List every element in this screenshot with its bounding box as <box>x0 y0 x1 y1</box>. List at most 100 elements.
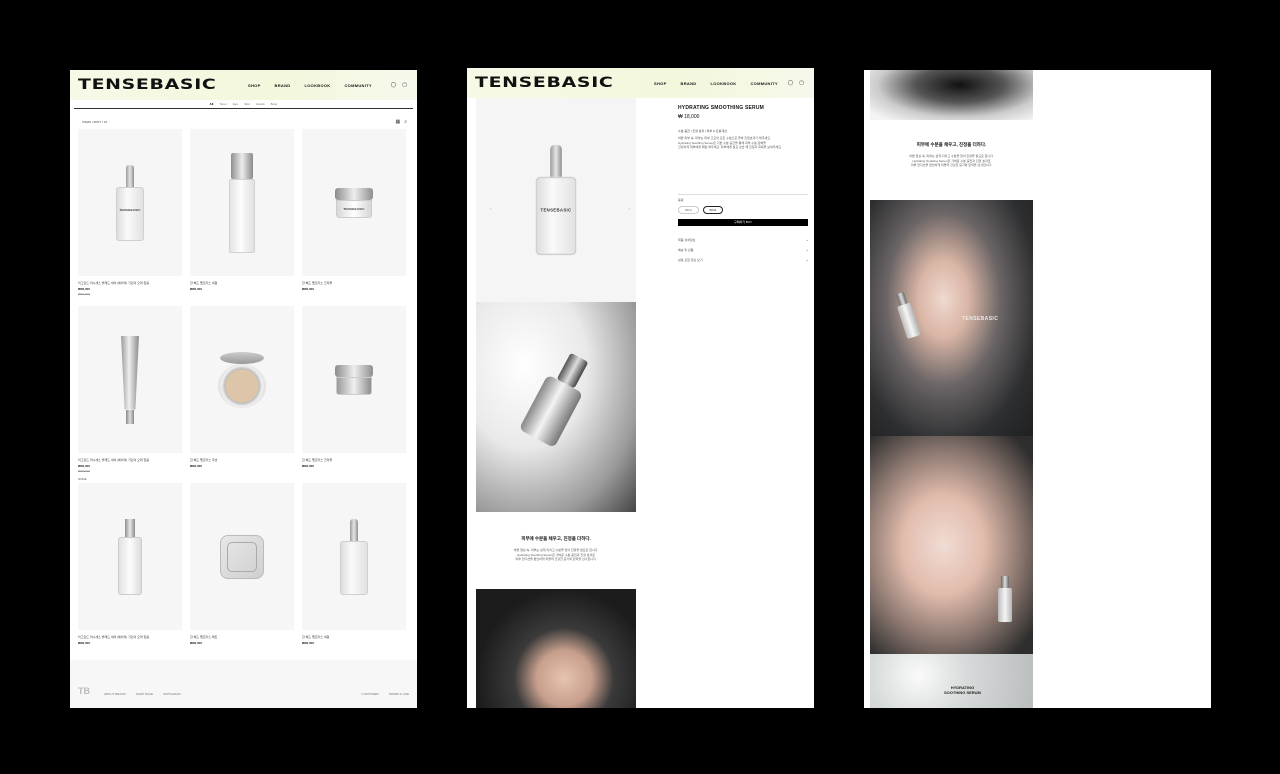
blurred-product-image <box>870 70 1033 120</box>
accordion-label: 제품 상세정보 <box>678 237 696 242</box>
bag-icon[interactable]: ▢ <box>402 82 407 88</box>
product-title[interactable]: 한 헤드 펠프라스 세럼 <box>190 281 294 285</box>
chevron-right-icon[interactable]: › <box>629 206 630 211</box>
product-image[interactable] <box>302 306 406 453</box>
product-title[interactable]: 리그란드 러시세스 볼래드 세이 [에어리] 가딘의 오테 립용 <box>78 458 182 462</box>
product-title[interactable]: 한 헤드 펠프라스 팩트 <box>190 635 294 639</box>
accordion: 제품 상세정보 + 배송 및 반품 + 성분 포함 정보 보기 + <box>678 238 808 262</box>
product-card[interactable]: TENSEBASIC 리그란드 러시세스 볼래드 세이 [에어리] 가딘의 오테… <box>78 129 182 306</box>
nav-lookbook[interactable]: LOOKBOOK <box>711 81 737 86</box>
footer-link[interactable]: TERMS & USE <box>389 692 409 696</box>
option-50ml[interactable]: 50ml <box>702 205 724 214</box>
category-toner[interactable]: Toner <box>219 102 227 106</box>
category-all[interactable]: All <box>210 102 214 106</box>
product-image[interactable]: TENSEBASIC <box>78 129 182 276</box>
silver-jar-image <box>335 364 373 395</box>
product-card[interactable]: 리그란드 러시세스 볼래드 세이 [에어리] 가딘의 오테 립용 ₩00,000 <box>78 483 182 660</box>
gallery-editorial-image <box>476 302 636 512</box>
description-line: 건강하게 피부에게 매일 해주세요. 피부에게 필요 보습 쾌 진정과 회복을 … <box>678 145 782 149</box>
product-info: HYDRATING SMOOTHING SERUM ₩ 18,000 수분 충전… <box>636 98 808 512</box>
nav-brand[interactable]: BRAND <box>681 81 697 86</box>
held-bottle-image <box>998 576 1012 622</box>
footer-link[interactable]: ABOUT BRAND <box>104 692 126 696</box>
product-card[interactable]: 한 헤드 펠프라스 크리믈 ₩00,000 <box>302 306 406 483</box>
buy-button[interactable]: 구매하기 BUY <box>678 218 808 226</box>
tube-image <box>121 335 139 424</box>
product-price: ₩00,000 <box>302 641 315 645</box>
nav-shop[interactable]: SHOP <box>654 81 667 86</box>
product-summary: 수분 충전 | 진정 효과 | 피부 & 트롤개선 <box>678 129 727 133</box>
footer-link[interactable]: INSTAGRAM <box>163 692 181 696</box>
accordion-item[interactable]: 성분 포함 정보 보기 + <box>678 258 808 262</box>
brand-logo[interactable]: TENSEBASIC <box>475 75 613 91</box>
serum-heading-line: SOOTHING SERUM <box>944 689 981 695</box>
product-price: ₩00,000 <box>78 641 91 645</box>
footer-link[interactable]: SHOP PAGE <box>136 692 153 696</box>
product-image[interactable]: TENSEBASIC <box>302 129 406 276</box>
product-title[interactable]: 한 헤드 펠프라스 크리믈 <box>302 458 406 462</box>
section-tag: NODE <box>78 477 87 481</box>
photo-brandmark: TENSEBASIC <box>962 316 999 322</box>
dropper-bottle-image <box>340 518 368 595</box>
serum-bottle-image <box>229 152 255 253</box>
product-original-price: ₩00,000 <box>78 469 91 473</box>
footer-link[interactable]: CUSTOMER <box>362 692 379 696</box>
product-title[interactable]: 리그란드 러시세스 볼래드 세이 [에어리] 가딘의 오테 립용 <box>78 281 182 285</box>
nav-community[interactable]: COMMUNITY <box>750 81 777 86</box>
category-hands[interactable]: Hands <box>256 102 265 106</box>
product-copy: 피부에 수분을 채우고, 진정을 더하다. 바쁜 일상 속, 피부는 쉽게 지치… <box>476 536 636 562</box>
detail-copy: 피부에 수분을 채우고, 진정을 더하다. 바쁜 일상 속, 피부는 쉽게 지치… <box>870 142 1033 168</box>
accordion-item[interactable]: 제품 상세정보 + <box>678 238 808 242</box>
category-eye[interactable]: Eye <box>233 102 238 106</box>
product-price: ₩00,000 <box>190 641 203 645</box>
category-body[interactable]: Body <box>271 102 278 106</box>
nav-lookbook[interactable]: LOOKBOOK <box>305 83 331 88</box>
nav-shop[interactable]: SHOP <box>248 83 261 88</box>
product-image[interactable] <box>78 306 182 453</box>
product-image[interactable] <box>78 483 182 630</box>
category-skin[interactable]: Skin <box>244 102 250 106</box>
product-original-price: ₩00,000 <box>78 292 91 296</box>
user-icon[interactable]: ◯ <box>391 82 397 88</box>
cream-jar-image: TENSEBASIC <box>335 187 373 218</box>
filter-icon[interactable]: ⌕ <box>404 119 407 125</box>
product-name: HYDRATING SMOOTHING SERUM <box>678 105 765 111</box>
product-price: ₩00,000 <box>78 287 91 291</box>
nav-brand[interactable]: BRAND <box>275 83 291 88</box>
product-detail-panel: TENSEBASIC SHOP BRAND LOOKBOOK COMMUNITY… <box>467 68 814 708</box>
product-card[interactable]: TENSEBASIC 한 헤드 펠프라스 크리믈 ₩00,000 <box>302 129 406 306</box>
product-title[interactable]: 한 헤드 펠프라스 크리믈 <box>302 281 406 285</box>
product-card[interactable]: 한 헤드 펠프라스 세럼 ₩00,000 <box>302 483 406 660</box>
product-title[interactable]: 리그란드 러시세스 볼래드 세이 [에어리] 가딘의 오테 립용 <box>78 635 182 639</box>
shop-page-panel: TENSEBASIC SHOP BRAND LOOKBOOK COMMUNITY… <box>70 70 417 708</box>
header-icons: ◯ ▢ <box>788 80 804 86</box>
chevron-left-icon[interactable]: ‹ <box>490 206 491 211</box>
product-card[interactable]: 한 헤드 펠프라스 쿠션 ₩00,000 <box>190 306 294 483</box>
copy-line: 피부 컨디션을 편안하게 되돌려 건강한 윤기와 탄력을 선사합니다. <box>515 557 597 561</box>
product-image[interactable] <box>190 129 294 276</box>
user-icon[interactable]: ◯ <box>788 80 794 86</box>
nav-community[interactable]: COMMUNITY <box>344 83 371 88</box>
product-image[interactable] <box>190 483 294 630</box>
grid-view-icon[interactable]: ▦ <box>395 119 400 125</box>
plus-icon: + <box>806 237 808 242</box>
option-30ml[interactable]: 30ml <box>678 205 699 214</box>
tilted-bottle-image <box>518 348 598 449</box>
product-card[interactable]: 한 헤드 펠프라스 세럼 ₩00,000 <box>190 129 294 306</box>
main-nav: SHOP BRAND LOOKBOOK COMMUNITY <box>248 83 372 88</box>
product-image[interactable] <box>302 483 406 630</box>
product-card[interactable]: 한 헤드 펠프라스 팩트 ₩00,000 <box>190 483 294 660</box>
bag-icon[interactable]: ▢ <box>799 80 804 86</box>
product-card[interactable]: 리그란드 러시세스 볼래드 세이 [에어리] 가딘의 오테 립용 ₩00,000… <box>78 306 182 483</box>
serum-heading: HYDRATING SOOTHING SERUM <box>944 685 981 695</box>
sort-label[interactable]: ITEMS / 8OFT / 10 <box>82 120 107 124</box>
gallery-main-image[interactable]: ‹ TENSEBASIC › <box>476 98 636 302</box>
product-title[interactable]: 한 헤드 펠프라스 쿠션 <box>190 458 294 462</box>
product-grid: TENSEBASIC 리그란드 러시세스 볼래드 세이 [에어리] 가딘의 오테… <box>70 129 417 660</box>
product-image[interactable] <box>190 306 294 453</box>
accordion-item[interactable]: 배송 및 반품 + <box>678 248 808 252</box>
header: TENSEBASIC SHOP BRAND LOOKBOOK COMMUNITY… <box>70 70 417 100</box>
brand-logo[interactable]: TENSEBASIC <box>78 77 216 93</box>
product-price: ₩ 18,000 <box>678 114 700 120</box>
product-title[interactable]: 한 헤드 펠프라스 세럼 <box>302 635 406 639</box>
